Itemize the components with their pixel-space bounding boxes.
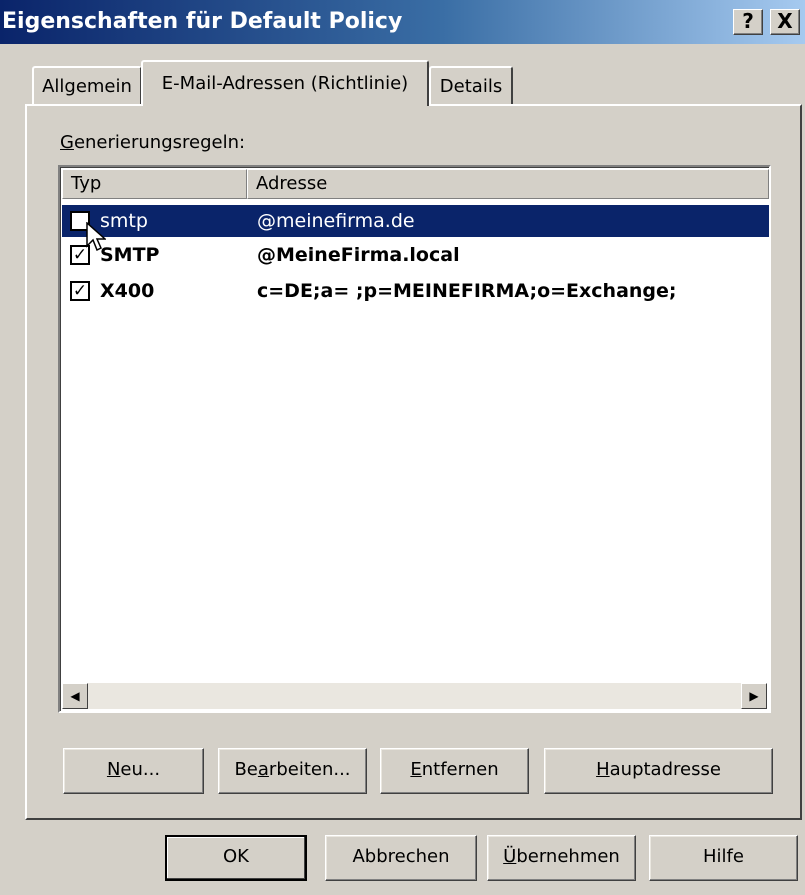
window-title: Eigenschaften für Default Policy bbox=[2, 9, 403, 34]
scroll-left-icon[interactable]: ◀ bbox=[62, 683, 88, 709]
tab-email-addresses[interactable]: E-Mail-Adressen (Richtlinie) bbox=[141, 60, 429, 106]
tab-details[interactable]: Details bbox=[429, 66, 513, 104]
set-primary-button[interactable]: Hauptadresse bbox=[544, 748, 773, 794]
row-address: c=DE;a= ;p=MEINEFIRMA;o=Exchange; bbox=[257, 280, 677, 302]
edit-button[interactable]: Bearbeiten... bbox=[218, 748, 367, 794]
list-item[interactable]: ✓ X400 c=DE;a= ;p=MEINEFIRMA;o=Exchange; bbox=[62, 275, 769, 307]
row-type: smtp bbox=[100, 210, 148, 232]
help-dialog-button[interactable]: Hilfe bbox=[649, 835, 798, 881]
row-type: X400 bbox=[100, 280, 155, 302]
list-item[interactable]: smtp @meinefirma.de bbox=[62, 205, 769, 237]
title-bar: Eigenschaften für Default Policy ? X bbox=[0, 0, 805, 44]
tab-allgemein[interactable]: Allgemein bbox=[32, 66, 142, 104]
rules-label: Generierungsregeln: bbox=[60, 132, 246, 153]
row-type: SMTP bbox=[100, 244, 160, 266]
new-button[interactable]: Neu... bbox=[63, 748, 204, 794]
ok-button[interactable]: OK bbox=[165, 835, 307, 881]
address-list[interactable]: Typ Adresse smtp @meinefirma.de ✓ SMTP @… bbox=[58, 165, 771, 713]
scroll-right-icon[interactable]: ▶ bbox=[741, 683, 767, 709]
row-address: @MeineFirma.local bbox=[257, 244, 460, 266]
close-button[interactable]: X bbox=[770, 9, 800, 35]
cancel-button[interactable]: Abbrechen bbox=[325, 835, 477, 881]
list-item[interactable]: ✓ SMTP @MeineFirma.local bbox=[62, 239, 769, 271]
mouse-cursor-icon bbox=[86, 222, 106, 252]
remove-button[interactable]: Entfernen bbox=[380, 748, 529, 794]
horizontal-scrollbar[interactable]: ◀ ▶ bbox=[62, 683, 767, 709]
row-checkbox[interactable]: ✓ bbox=[70, 281, 90, 301]
column-header-address[interactable]: Adresse bbox=[247, 169, 769, 199]
column-header-type[interactable]: Typ bbox=[62, 169, 247, 199]
help-button[interactable]: ? bbox=[733, 9, 763, 35]
row-address: @meinefirma.de bbox=[257, 210, 415, 232]
apply-button[interactable]: Übernehmen bbox=[487, 835, 636, 881]
